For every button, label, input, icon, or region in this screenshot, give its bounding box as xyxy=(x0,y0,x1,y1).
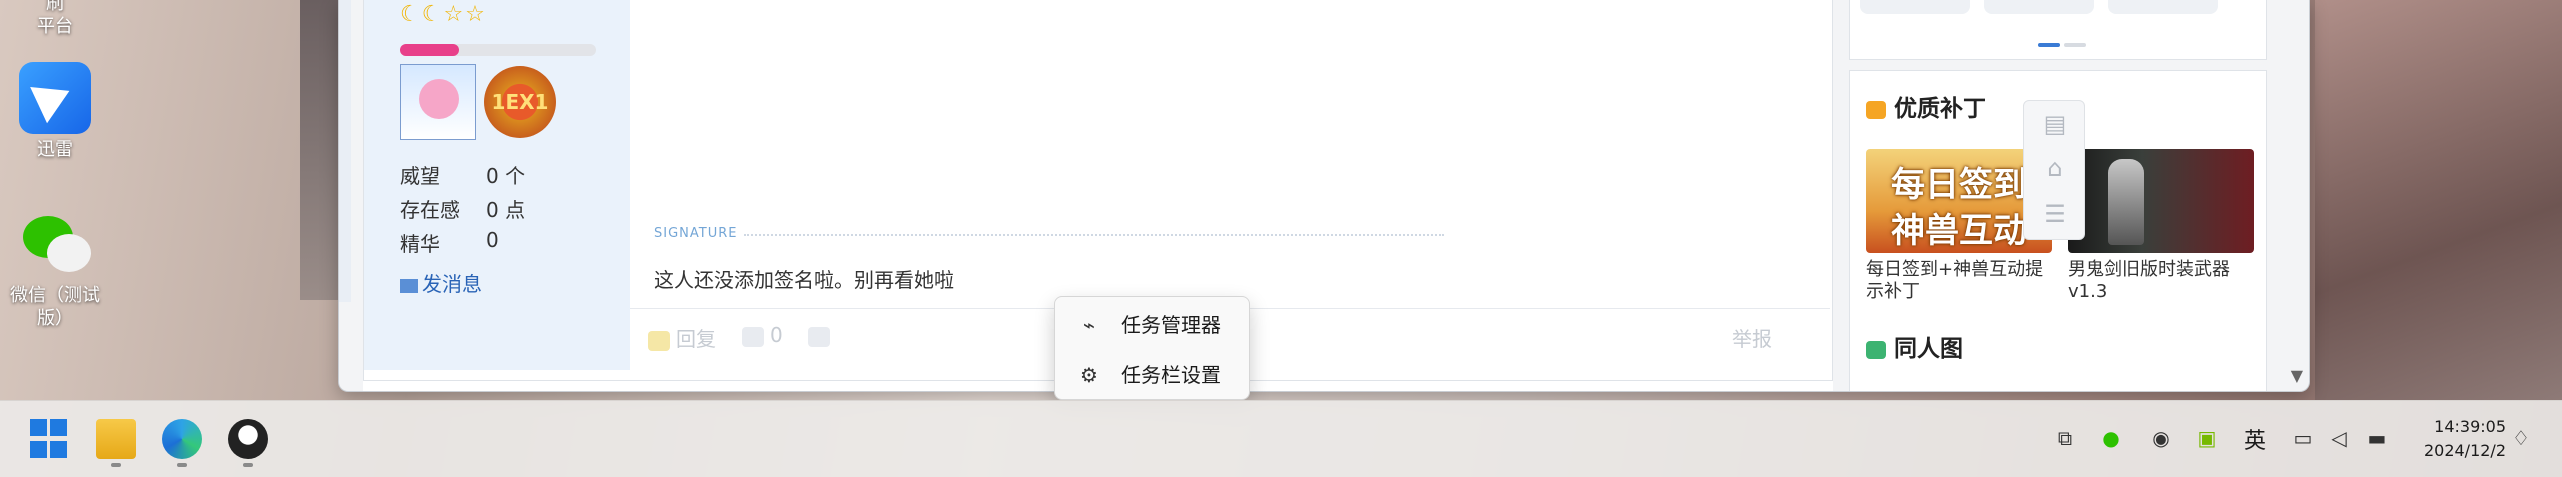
report-button[interactable]: 举报 xyxy=(1732,323,1772,352)
thumbs-down-icon xyxy=(808,326,830,347)
doujin-title-text: 同人图 xyxy=(1894,336,1963,362)
carousel-chip[interactable] xyxy=(1860,0,1970,14)
user-info-column: ☾☾☆☆ 1EX1 威望 0 个 存在感 0 点 精华 0 发消息 xyxy=(364,0,630,370)
carousel-dots[interactable] xyxy=(2038,32,2090,51)
wechat-tray-icon[interactable]: ● xyxy=(2098,425,2124,451)
input-method-indicator[interactable]: 英 xyxy=(2244,423,2266,455)
patch-caption[interactable]: 每日签到+神兽互动提示补丁 xyxy=(1866,259,2056,303)
browser-window: ◎ ▭ ☆ ≡ ☾☾☆☆ 1EX1 威望 0 个 存在感 0 点 精华 0 xyxy=(338,0,2310,392)
user-level-stars: ☾☾☆☆ xyxy=(400,2,487,27)
signature-divider xyxy=(744,234,1444,236)
stat-label: 存在感 xyxy=(400,198,460,222)
clock-time: 14:39:05 xyxy=(2434,417,2506,436)
qq-tray-icon[interactable]: ◉ xyxy=(2148,425,2174,451)
reply-label: 回复 xyxy=(676,327,716,351)
patch-icon xyxy=(1866,100,1886,119)
scroll-down-arrow[interactable]: ▼ xyxy=(2291,366,2303,385)
battery-icon[interactable]: ▬ xyxy=(2364,425,2390,451)
patch-caption[interactable]: 男鬼剑旧版时装武器v1.3 xyxy=(2068,259,2258,303)
system-clock[interactable]: 14:39:05 2024/12/2 xyxy=(2396,415,2506,463)
running-indicator xyxy=(111,463,121,467)
quality-patch-title: 优质补丁 xyxy=(1866,89,1986,123)
like-count: 0 xyxy=(770,323,783,347)
list-icon[interactable]: ☰ xyxy=(2040,199,2070,229)
carousel-chip[interactable] xyxy=(2108,0,2218,14)
floating-toolbar: ▤ ⌂ ☰ xyxy=(2023,100,2085,240)
desktop-icon-partial[interactable]: 刷 平台 xyxy=(0,0,110,38)
reply-button[interactable]: 回复 xyxy=(648,323,716,352)
running-indicator xyxy=(177,463,187,467)
start-button[interactable] xyxy=(30,419,70,459)
like-button[interactable]: 0 xyxy=(742,323,783,347)
nvidia-icon[interactable]: ▣ xyxy=(2194,425,2220,451)
stat-essence: 精华 0 xyxy=(400,228,499,257)
signature-label: SIGNATURE xyxy=(654,226,738,241)
desktop-icon-label: 迅雷 xyxy=(37,139,73,160)
avatar[interactable] xyxy=(400,64,476,140)
dislike-button[interactable] xyxy=(808,323,836,347)
thumbs-up-icon xyxy=(742,326,764,347)
medal-badge: 1EX1 xyxy=(484,66,556,138)
quality-patch-title-text: 优质补丁 xyxy=(1894,96,1986,122)
stat-prestige: 威望 0 个 xyxy=(400,160,525,189)
volume-icon[interactable]: ◁ xyxy=(2326,425,2352,451)
comment-icon[interactable]: ▤ xyxy=(2040,109,2070,139)
edge-browser-icon[interactable] xyxy=(162,419,202,459)
reply-icon xyxy=(648,330,670,351)
side-panel: ◎ ▭ ☆ ≡ xyxy=(339,0,351,302)
image-icon xyxy=(1866,340,1886,359)
gear-icon: ⚙ xyxy=(1080,363,1098,387)
task-manager-label: 任务管理器 xyxy=(1121,313,1221,337)
stat-value: 0 xyxy=(486,228,499,252)
task-manager-icon: ⌁ xyxy=(1082,313,1096,337)
stat-label: 威望 xyxy=(400,164,440,188)
stat-value: 0 点 xyxy=(486,198,526,222)
wallpaper-right xyxy=(2315,0,2562,400)
stat-presence: 存在感 0 点 xyxy=(400,194,525,223)
screenshot-tool-icon[interactable]: ⧉ xyxy=(2052,425,2078,451)
carousel-card xyxy=(1849,0,2267,60)
desktop-icon-partial-label2: 平台 xyxy=(37,16,73,37)
patch-thumbnail[interactable] xyxy=(2068,149,2254,253)
taskbar: ⧉ ● ◉ ▣ 英 ▭ ◁ ▬ 14:39:05 2024/12/2 ♢ xyxy=(0,400,2562,477)
user-level-progress xyxy=(400,44,596,56)
user-level-progress-fill xyxy=(400,44,459,56)
character-figure xyxy=(2108,159,2144,245)
task-manager-item[interactable]: ⌁ 任务管理器 xyxy=(1055,303,1251,347)
stat-value: 0 个 xyxy=(486,164,526,188)
taskbar-context-menu: ⌁ 任务管理器 ⚙ 任务栏设置 xyxy=(1054,296,1250,400)
file-explorer-icon[interactable] xyxy=(96,419,136,459)
clock-date: 2024/12/2 xyxy=(2423,441,2506,460)
send-message-label: 发消息 xyxy=(422,272,482,296)
network-icon[interactable]: ▭ xyxy=(2290,425,2316,451)
doujin-title: 同人图 xyxy=(1866,329,1963,363)
wechat-icon xyxy=(19,208,91,280)
desktop-icon-xunlei[interactable]: 迅雷 xyxy=(0,62,110,161)
xunlei-icon xyxy=(19,62,91,134)
taskbar-settings-item[interactable]: ⚙ 任务栏设置 xyxy=(1055,353,1251,397)
back-to-top-icon[interactable]: ⌂ xyxy=(2040,153,2070,183)
desktop-icon-wechat[interactable]: 微信（测试版） xyxy=(0,208,110,330)
mail-icon xyxy=(400,278,418,293)
send-message-link[interactable]: 发消息 xyxy=(400,268,482,297)
signature-text: 这人还没添加签名啦。别再看她啦 xyxy=(654,268,954,292)
desktop-icon-label: 微信（测试版） xyxy=(10,285,100,329)
notification-bell-icon[interactable]: ♢ xyxy=(2508,425,2534,451)
carousel-chip[interactable] xyxy=(1984,0,2094,14)
running-indicator xyxy=(243,463,253,467)
taskbar-settings-label: 任务栏设置 xyxy=(1121,363,1221,387)
qq-icon[interactable] xyxy=(228,419,268,459)
stat-label: 精华 xyxy=(400,232,440,256)
desktop-icon-partial-label: 刷 xyxy=(46,0,64,14)
